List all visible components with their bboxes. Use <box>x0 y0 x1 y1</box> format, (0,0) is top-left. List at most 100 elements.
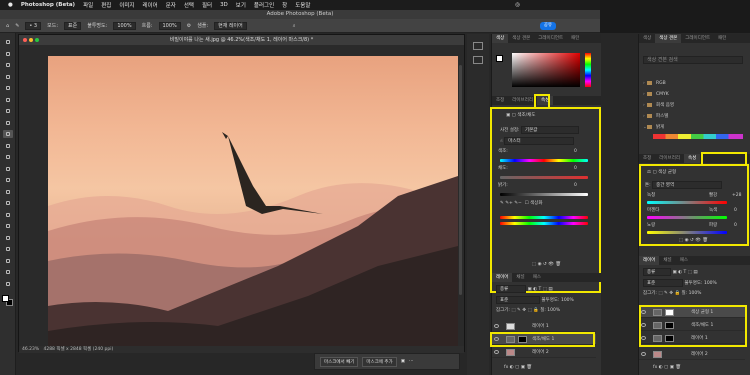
visibility-eye-icon[interactable] <box>641 352 646 356</box>
info-panel-icon[interactable] <box>473 56 483 64</box>
pen-tool-icon[interactable] <box>3 211 13 219</box>
layer-row[interactable]: 레이어 2 <box>639 349 745 360</box>
tab-paths[interactable]: 패스 <box>529 273 545 282</box>
menu-help[interactable]: 도움말 <box>295 1 310 9</box>
eyedropper-icon[interactable] <box>3 107 13 115</box>
marquee-tool-icon[interactable] <box>3 50 13 58</box>
tab-adjustments[interactable]: 조정 <box>639 154 655 163</box>
menu-plugins[interactable]: 플러그인 <box>254 1 274 9</box>
tab-patterns[interactable]: 패턴 <box>714 34 730 43</box>
sample-select[interactable]: 현재 레이어 <box>214 21 247 30</box>
zoom-tool-icon[interactable] <box>3 268 13 276</box>
menu-layer[interactable]: 레이어 <box>143 1 158 9</box>
layer-opacity-value[interactable]: 100% <box>561 298 574 303</box>
tab-channels[interactable]: 채널 <box>659 256 675 265</box>
close-button[interactable] <box>23 38 27 42</box>
magic-wand-icon[interactable] <box>3 73 13 81</box>
app-menu[interactable]: Photoshop (Beta) <box>21 2 75 8</box>
swatch-search-input[interactable]: 색상 견본 검색 <box>643 56 743 64</box>
brush-tool-icon[interactable] <box>3 130 13 138</box>
tab-channels[interactable]: 채널 <box>512 273 528 282</box>
zoom-button[interactable] <box>35 38 39 42</box>
tab-color[interactable]: 색상 <box>639 34 655 43</box>
tab-layers[interactable]: 레이어 <box>639 256 660 265</box>
more-options-icon[interactable]: ⋯ <box>409 359 414 364</box>
document-tab[interactable]: 비밀이야를 나는 새.jpg @ 46.2%(색조/채도 1, 레이어 마스크/… <box>19 35 464 45</box>
layer-row[interactable]: 레이어 1 <box>492 321 596 332</box>
vertical-scrollbar[interactable] <box>459 65 462 295</box>
layers-footer-icons[interactable]: fx ◐ ▢ ▣ 🗑 <box>653 364 681 372</box>
invert-mask-icon[interactable]: ▣ <box>401 359 405 364</box>
swatch-folder[interactable]: › 회색 음영 <box>643 102 674 110</box>
lock-icons[interactable]: ⬚ ✎ ✥ ⬚ 🔒 <box>511 308 538 313</box>
add-to-mask-button[interactable]: 마스크에 추가 <box>362 356 397 367</box>
blend-mode-select[interactable]: 표준 <box>643 279 683 287</box>
move-tool-icon[interactable] <box>3 38 13 46</box>
tab-libraries[interactable]: 라이브러리 <box>655 154 684 163</box>
history-brush-icon[interactable] <box>3 153 13 161</box>
zoom-level[interactable]: 46.23% <box>22 347 39 352</box>
more-tools-icon[interactable] <box>3 280 13 288</box>
path-select-icon[interactable] <box>3 234 13 242</box>
brush-size-field[interactable]: • 3 <box>25 21 42 30</box>
tab-layers[interactable]: 레이어 <box>492 273 513 282</box>
healing-brush-icon[interactable] <box>3 119 13 127</box>
search-icon[interactable]: ⌕ <box>293 23 296 29</box>
visibility-eye-icon[interactable] <box>494 324 499 328</box>
tab-libraries[interactable]: 라이브러리 <box>508 96 537 105</box>
menu-file[interactable]: 파일 <box>83 1 93 9</box>
bright-swatches-row[interactable] <box>653 134 743 139</box>
layers-footer-icons[interactable]: fx ◐ ▢ ▣ 🗑 <box>504 364 532 372</box>
creative-cloud-icon[interactable]: ◎ <box>515 2 520 8</box>
tab-swatches[interactable]: 색상 견본 <box>508 34 534 43</box>
smoothing-icon[interactable]: ⚙ <box>187 23 191 29</box>
visibility-eye-icon[interactable] <box>494 350 499 354</box>
image-canvas[interactable] <box>48 56 458 350</box>
share-button[interactable]: 공유 <box>539 22 556 30</box>
opacity-field[interactable]: 100% <box>113 21 136 30</box>
tab-paths[interactable]: 패스 <box>676 256 692 265</box>
fill-value[interactable]: 100% <box>547 308 560 313</box>
tab-color[interactable]: 색상 <box>492 34 509 43</box>
minimize-button[interactable] <box>29 38 33 42</box>
menu-select[interactable]: 선택 <box>184 1 194 9</box>
layer-filter-select[interactable]: 종류 <box>643 268 671 276</box>
foreground-swatch[interactable] <box>496 55 503 62</box>
menu-type[interactable]: 문자 <box>166 1 176 9</box>
tab-gradients[interactable]: 그레이디언트 <box>681 34 714 43</box>
lock-icons[interactable]: ⬚ ✎ ✥ 🔒 <box>658 291 680 296</box>
brush-tool-icon[interactable]: ✎ <box>15 23 19 29</box>
mode-select[interactable]: 표준 <box>64 21 82 30</box>
hand-tool-icon[interactable] <box>3 257 13 265</box>
filter-icons[interactable]: ▣ ◐ T ⬚ ▤ <box>672 270 697 275</box>
flow-field[interactable]: 100% <box>158 21 181 30</box>
eraser-icon[interactable] <box>3 165 13 173</box>
layer-opacity-value[interactable]: 100% <box>704 281 717 286</box>
fill-value[interactable]: 100% <box>689 291 702 296</box>
subtract-from-mask-button[interactable]: 마스크에서 빼기 <box>320 356 359 367</box>
apple-icon[interactable]: ● <box>8 2 13 8</box>
frame-tool-icon[interactable] <box>3 96 13 104</box>
color-picker-field[interactable] <box>512 53 580 87</box>
lasso-tool-icon[interactable] <box>3 61 13 69</box>
clone-stamp-icon[interactable] <box>3 142 13 150</box>
layer-row[interactable]: 레이어 2 <box>492 347 596 358</box>
type-tool-icon[interactable] <box>3 222 13 230</box>
tab-gradients[interactable]: 그레이디언트 <box>534 34 567 43</box>
history-panel-icon[interactable] <box>473 42 483 50</box>
swatch-folder[interactable]: › CMYK <box>643 91 669 99</box>
menu-image[interactable]: 이미지 <box>119 1 134 9</box>
tab-patterns[interactable]: 패턴 <box>567 34 583 43</box>
gradient-tool-icon[interactable] <box>3 176 13 184</box>
foreground-color-swatch[interactable] <box>2 295 9 302</box>
menu-3d[interactable]: 3D <box>220 2 228 8</box>
tab-properties[interactable]: 속성 <box>683 154 701 163</box>
hue-spectrum-bar[interactable] <box>585 53 591 87</box>
menu-edit[interactable]: 편집 <box>101 1 111 9</box>
tab-swatches[interactable]: 색상 견본 <box>655 34 682 43</box>
blend-mode-select[interactable]: 표준 <box>496 296 540 304</box>
swatch-folder[interactable]: › 파스텔 <box>643 113 668 121</box>
rectangle-tool-icon[interactable] <box>3 245 13 253</box>
dodge-tool-icon[interactable] <box>3 199 13 207</box>
tab-adjustments[interactable]: 조정 <box>492 96 508 105</box>
